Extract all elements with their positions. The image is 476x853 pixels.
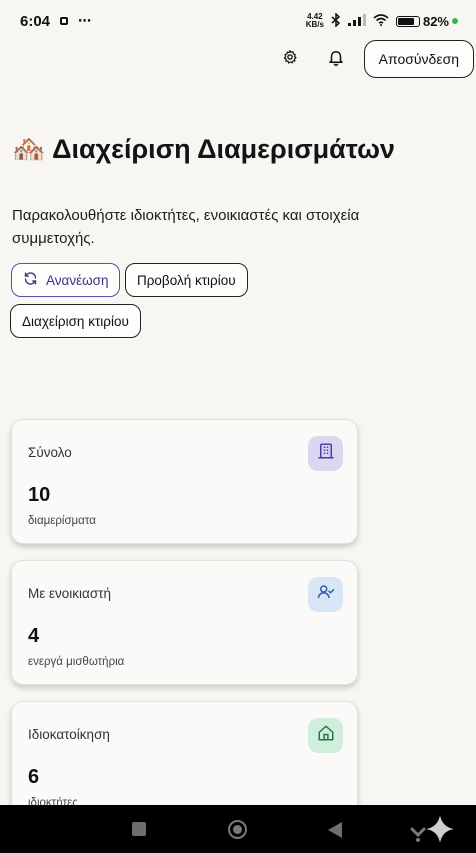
network-speed: 4.42 KB/s [306, 13, 324, 29]
system-nav-bar [0, 805, 476, 853]
stat-label: Σύνολο [28, 445, 72, 460]
refresh-icon [23, 271, 38, 289]
stat-description: ενεργά μισθωτήρια [28, 656, 125, 668]
home-button[interactable] [228, 820, 247, 839]
battery-percent: 82% [422, 13, 449, 29]
status-right: 4.42 KB/s 82% [306, 11, 458, 30]
page-subtitle: Παρακολουθήστε ιδιοκτήτες, ενοικιαστές κ… [12, 207, 360, 247]
building-icon [317, 442, 335, 465]
status-left: 6:04 ⋯ [20, 13, 92, 30]
stat-card-rented: Με ενοικιαστή 4 ενεργά μισθωτήρια [11, 560, 358, 685]
wifi-icon [373, 13, 389, 29]
stat-card-total: Σύνολο 10 διαμερίσματα [11, 419, 358, 544]
stat-badge [308, 436, 343, 471]
camera-indicator-dot [452, 18, 458, 24]
manage-building-button[interactable]: Διαχείριση κτιρίου [10, 304, 141, 338]
more-notifications-icon: ⋯ [78, 13, 93, 28]
stat-label: Με ενοικιαστή [28, 586, 112, 601]
stat-value: 10 [28, 484, 51, 506]
header-actions: Αποσύνδεση [272, 40, 474, 78]
view-building-button[interactable]: Προβολή κτιρίου [125, 263, 248, 297]
back-button[interactable] [328, 822, 342, 838]
stat-value: 4 [28, 625, 40, 647]
page-title: 🏘️ Διαχείριση Διαμερισμάτων [12, 134, 395, 164]
stat-badge [308, 577, 343, 612]
gear-icon [282, 49, 298, 70]
bluetooth-icon [331, 11, 341, 30]
battery-icon [395, 15, 420, 27]
notifications-button[interactable] [318, 41, 354, 77]
refresh-button[interactable]: Ανανέωση [11, 263, 121, 297]
settings-button[interactable] [272, 41, 308, 77]
app-notification-icon [59, 13, 69, 29]
signal-icon [347, 13, 366, 29]
stat-value: 6 [28, 766, 40, 788]
stat-badge [308, 718, 343, 753]
assistant-sparkle-icon [404, 813, 458, 852]
bell-icon [327, 48, 345, 71]
battery-indicator: 82% [395, 13, 458, 29]
recent-apps-button[interactable] [132, 822, 146, 836]
home-icon [317, 724, 335, 747]
status-bar: 6:04 ⋯ 4.42 KB/s 82% [0, 0, 476, 42]
stat-label: Ιδιοκατοίκηση [28, 727, 110, 742]
stat-description: διαμερίσματα [28, 515, 96, 527]
status-time: 6:04 [20, 12, 51, 30]
user-check-icon [317, 583, 335, 606]
refresh-label: Ανανέωση [46, 272, 109, 288]
network-speed-unit: KB/s [305, 20, 324, 29]
logout-button[interactable]: Αποσύνδεση [363, 40, 474, 78]
